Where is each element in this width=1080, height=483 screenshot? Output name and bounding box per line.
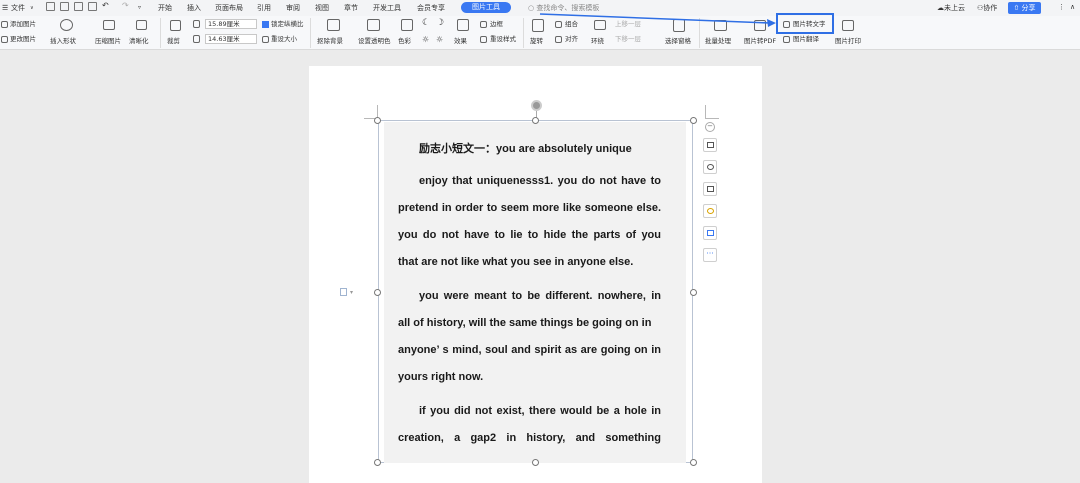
resize-handle[interactable] xyxy=(374,459,381,466)
bulb-icon[interactable] xyxy=(703,204,717,218)
annotation-arrow xyxy=(539,13,776,27)
image-to-text-icon[interactable] xyxy=(703,226,717,240)
resize-handle[interactable] xyxy=(690,459,697,466)
image-content: 励志小短文一：you are absolutely unique enjoy t… xyxy=(384,122,686,463)
layout-options-icon[interactable] xyxy=(703,138,717,152)
image-text-line: that are not like what you see in anyone… xyxy=(398,256,634,268)
image-text-line: all of history, will the same things be … xyxy=(398,317,652,329)
image-text-line: yours right now. xyxy=(398,371,484,383)
zoom-icon[interactable] xyxy=(703,160,717,174)
image-text-line: you were meant to be different. nowhere,… xyxy=(419,290,661,302)
paragraph-mark-icon[interactable] xyxy=(340,288,347,296)
more-options-icon[interactable]: ··· xyxy=(703,248,717,262)
image-text-line: pretend in order to seem more like someo… xyxy=(398,202,661,214)
resize-handle[interactable] xyxy=(532,117,539,124)
image-text-line: if you did not exist, there would be a h… xyxy=(419,405,661,417)
crop-icon[interactable] xyxy=(703,182,717,196)
resize-handle[interactable] xyxy=(690,117,697,124)
chevron-down-icon[interactable]: ▾ xyxy=(350,289,353,296)
resize-handle[interactable] xyxy=(374,289,381,296)
resize-handle[interactable] xyxy=(532,459,539,466)
image-text-line: anyone’ s mind, soul and spirit as are g… xyxy=(398,344,661,356)
resize-handle[interactable] xyxy=(690,289,697,296)
image-text-line: creation, a gap2 in history, and somethi… xyxy=(398,432,661,444)
resize-handle[interactable] xyxy=(374,117,381,124)
collapse-icon[interactable]: − xyxy=(705,122,715,132)
margin-corner xyxy=(705,105,719,119)
image-text-line: you do not have to lie to hide the parts… xyxy=(398,229,661,241)
rotate-handle[interactable] xyxy=(531,100,542,111)
image-text-line: enjoy that uniquenesss1. you do not have… xyxy=(419,175,661,187)
image-text-title: 励志小短文一：you are absolutely unique xyxy=(419,143,632,155)
